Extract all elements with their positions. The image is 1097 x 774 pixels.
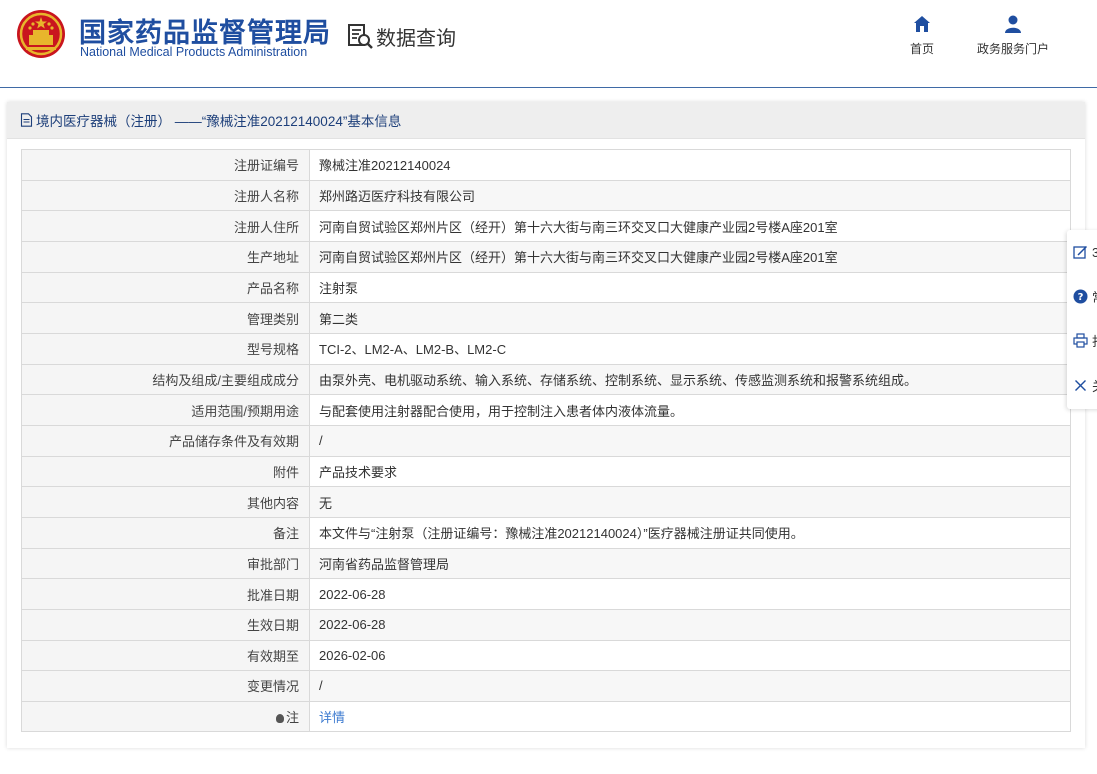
- field-label: 结构及组成/主要组成成分: [21, 363, 310, 396]
- side-toolbar: 3 ? 常 打 关: [1067, 230, 1097, 409]
- field-value: 由泵外壳、电机驱动系统、输入系统、存储系统、控制系统、显示系统、传感监测系统和报…: [309, 363, 1071, 396]
- field-label: 型号规格: [21, 332, 310, 365]
- side-item-close-label: 关: [1092, 376, 1097, 395]
- field-label: 适用范围/预期用途: [21, 394, 310, 426]
- field-value: 2022-06-28: [309, 578, 1071, 610]
- print-icon: [1073, 332, 1088, 348]
- user-icon: [1005, 15, 1021, 33]
- close-icon: [1075, 379, 1086, 391]
- national-emblem-icon: [17, 10, 65, 58]
- side-item-help[interactable]: ? 常: [1073, 286, 1097, 306]
- side-item-print[interactable]: 打: [1073, 330, 1097, 350]
- panel-title: 境内医疗器械（注册） ——“豫械注准20212140024”基本信息: [36, 114, 402, 129]
- field-label: 产品名称: [21, 271, 310, 304]
- field-label: 批准日期: [21, 578, 310, 610]
- table-row: 结构及组成/主要组成成分 由泵外壳、电机驱动系统、输入系统、存储系统、控制系统、显…: [21, 363, 1071, 396]
- side-item-close[interactable]: 关: [1073, 375, 1097, 395]
- field-value: /: [309, 670, 1071, 702]
- data-query-title: 数据查询: [346, 20, 456, 52]
- field-value-note: 详情: [309, 700, 1071, 733]
- nav-gov-service-portal[interactable]: 政务服务门户: [968, 14, 1058, 57]
- table-row: 型号规格 TCI-2、LM2-A、LM2-B、LM2-C: [21, 332, 1071, 365]
- field-value: 2026-02-06: [309, 639, 1071, 672]
- help-icon: ?: [1073, 289, 1088, 303]
- table-row: 产品名称 注射泵: [21, 271, 1071, 304]
- edit-icon: [1073, 245, 1088, 259]
- site-title-en: National Medical Products Administration: [80, 45, 308, 59]
- side-item-print-label: 打: [1092, 331, 1097, 350]
- table-row: 批准日期 2022-06-28: [21, 578, 1071, 610]
- field-label: 生产地址: [21, 240, 310, 273]
- field-value: 豫械注准20212140024: [309, 149, 1071, 181]
- lightbulb-icon: [275, 714, 284, 724]
- document-search-icon: [348, 24, 373, 49]
- field-value: /: [309, 424, 1071, 457]
- note-label: 注: [285, 710, 299, 726]
- field-value: 河南自贸试验区郑州片区（经开）第十六大街与南三环交叉口大健康产业园2号楼A座20…: [309, 240, 1071, 273]
- table-row: 注册证编号 豫械注准20212140024: [21, 149, 1071, 181]
- field-label: 生效日期: [21, 608, 310, 641]
- field-value: 与配套使用注射器配合使用，用于控制注入患者体内液体流量。: [309, 394, 1071, 426]
- field-value: TCI-2、LM2-A、LM2-B、LM2-C: [309, 332, 1071, 365]
- field-value: 2022-06-28: [309, 608, 1071, 641]
- field-label: 审批部门: [21, 547, 310, 580]
- panel-title-bar: 境内医疗器械（注册） ——“豫械注准20212140024”基本信息: [7, 102, 1085, 139]
- table-row: 有效期至 2026-02-06: [21, 639, 1071, 672]
- table-row: 审批部门 河南省药品监督管理局: [21, 547, 1071, 580]
- table-row: 注册人住所 河南自贸试验区郑州片区（经开）第十六大街与南三环交叉口大健康产业园2号…: [21, 210, 1071, 242]
- field-label: 备注: [21, 516, 310, 549]
- table-row: 注册人名称 郑州路迈医疗科技有限公司: [21, 179, 1071, 212]
- field-value: 本文件与“注射泵（注册证编号：豫械注准20212140024）”医疗器械注册证共…: [309, 516, 1071, 549]
- svg-text:?: ?: [1078, 292, 1084, 303]
- field-label: 注册证编号: [21, 149, 310, 181]
- table-row: 产品储存条件及有效期 /: [21, 424, 1071, 457]
- field-label: 注册人名称: [21, 179, 310, 212]
- field-value: 第二类: [309, 302, 1071, 334]
- side-item-help-label: 常: [1092, 287, 1097, 306]
- table-row: 生产地址 河南自贸试验区郑州片区（经开）第十六大街与南三环交叉口大健康产业园2号楼…: [21, 240, 1071, 273]
- field-label: 注册人住所: [21, 210, 310, 242]
- field-value: 郑州路迈医疗科技有限公司: [309, 179, 1071, 212]
- site-header: 国家药品监督管理局 National Medical Products Admi…: [0, 0, 1097, 88]
- home-icon: [914, 16, 930, 32]
- field-label: 其他内容: [21, 486, 310, 518]
- side-item-edit-label: 3: [1092, 244, 1097, 260]
- table-row: 适用范围/预期用途 与配套使用注射器配合使用，用于控制注入患者体内液体流量。: [21, 394, 1071, 426]
- field-label: 管理类别: [21, 302, 310, 334]
- table-row: 变更情况 /: [21, 670, 1071, 702]
- field-value: 注射泵: [309, 271, 1071, 304]
- nav-home[interactable]: 首页: [900, 14, 944, 57]
- field-value: 河南省药品监督管理局: [309, 547, 1071, 580]
- document-icon: [20, 113, 33, 127]
- field-label-note: 注: [21, 700, 310, 733]
- field-label: 有效期至: [21, 639, 310, 672]
- table-row: 附件 产品技术要求: [21, 455, 1071, 488]
- field-value: 无: [309, 486, 1071, 518]
- field-value: 河南自贸试验区郑州片区（经开）第十六大街与南三环交叉口大健康产业园2号楼A座20…: [309, 210, 1071, 242]
- table-row: 备注 本文件与“注射泵（注册证编号：豫械注准20212140024）”医疗器械注册…: [21, 516, 1071, 549]
- field-label: 附件: [21, 455, 310, 488]
- nav-portal-label: 政务服务门户: [976, 42, 1049, 56]
- nav-home-label: 首页: [909, 42, 934, 56]
- registration-info-table: 注册证编号 豫械注准20212140024 注册人名称 郑州路迈医疗科技有限公司 注册人…: [21, 149, 1071, 733]
- details-link[interactable]: 详情: [319, 710, 345, 725]
- table-row: 其他内容无: [21, 486, 1071, 518]
- table-row: 管理类别 第二类: [21, 302, 1071, 334]
- table-row: 生效日期 2022-06-28: [21, 608, 1071, 641]
- field-label: 变更情况: [21, 670, 310, 702]
- table-row-note: 注 详情: [21, 700, 1071, 733]
- field-label: 产品储存条件及有效期: [21, 424, 310, 457]
- detail-panel: 境内医疗器械（注册） ——“豫械注准20212140024”基本信息 注册证编号…: [7, 102, 1085, 748]
- field-value: 产品技术要求: [309, 455, 1071, 488]
- side-item-edit[interactable]: 3: [1073, 242, 1097, 262]
- section-title: 数据查询: [376, 25, 456, 50]
